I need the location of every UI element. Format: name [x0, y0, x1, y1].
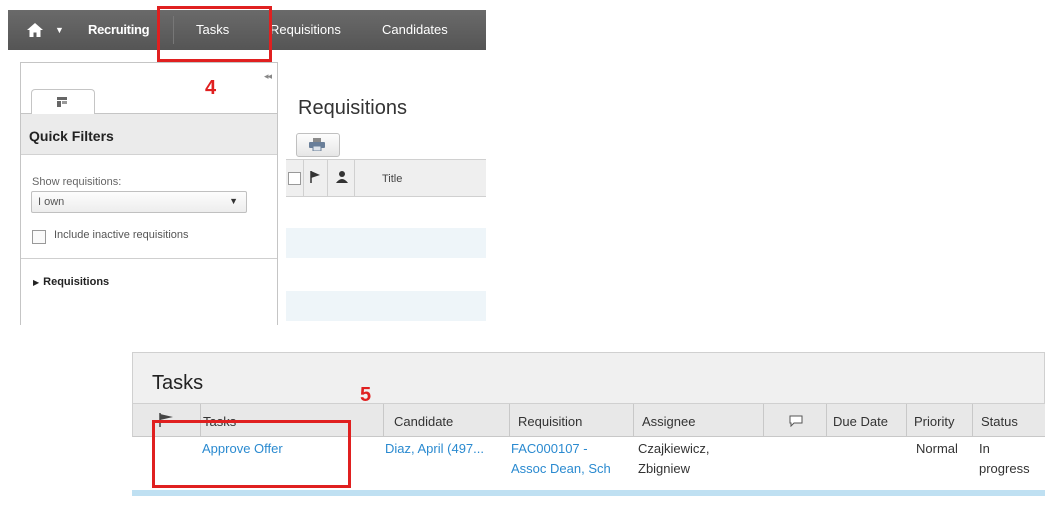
row-selection-bar: [132, 490, 1045, 496]
flag-icon[interactable]: [309, 170, 321, 184]
panel-divider: [21, 258, 277, 259]
column-separator: [354, 160, 355, 196]
callout-box-tasks: [157, 6, 272, 62]
priority-cell: Normal: [916, 441, 958, 456]
column-separator: [906, 404, 907, 437]
quick-filters-header: Quick Filters: [21, 114, 277, 155]
column-header-requisition[interactable]: Requisition: [518, 414, 582, 429]
column-header-candidate[interactable]: Candidate: [394, 414, 453, 429]
requisition-line-1: FAC000107 -: [511, 441, 588, 456]
requisitions-tree-item[interactable]: ▶ Requisitions: [33, 276, 109, 288]
show-requisitions-label: Show requisitions:: [32, 176, 122, 188]
status-cell: In progress: [979, 439, 1030, 479]
expand-arrow-icon: ▶: [33, 278, 40, 287]
include-inactive-label: Include inactive requisitions: [54, 229, 189, 241]
column-separator: [633, 404, 634, 437]
nav-recruiting[interactable]: Recruiting: [88, 10, 150, 50]
column-separator: [972, 404, 973, 437]
column-separator: [763, 404, 764, 437]
assignee-line-1: Czajkiewicz,: [638, 441, 710, 456]
requisitions-tree-label: Requisitions: [43, 276, 110, 288]
requisitions-grid-header: Title: [286, 159, 486, 197]
column-header-status[interactable]: Status: [981, 414, 1018, 429]
comment-icon[interactable]: [789, 415, 803, 427]
filter-tab[interactable]: [31, 89, 95, 114]
column-header-assignee[interactable]: Assignee: [642, 414, 695, 429]
page-title: Requisitions: [298, 97, 407, 119]
callout-box-approve-offer: [152, 420, 351, 488]
status-line-1: In: [979, 441, 990, 456]
show-requisitions-select[interactable]: I own ▼: [31, 191, 247, 213]
requisition-link[interactable]: FAC000107 - Assoc Dean, Sch: [511, 439, 611, 479]
column-header-due-date[interactable]: Due Date: [833, 414, 888, 429]
status-line-2: progress: [979, 461, 1030, 476]
show-requisitions-value: I own: [38, 196, 65, 208]
tasks-title: Tasks: [152, 372, 204, 394]
column-separator: [509, 404, 510, 437]
callout-number-4: 4: [205, 77, 217, 99]
select-all-checkbox[interactable]: [288, 172, 301, 185]
include-inactive-checkbox[interactable]: [32, 230, 46, 244]
quick-filters-panel: ◂◂ Quick Filters Show requisitions: I ow…: [20, 62, 278, 325]
requisition-line-2: Assoc Dean, Sch: [511, 461, 611, 476]
column-separator: [383, 404, 384, 437]
chevron-down-icon: ▼: [229, 196, 238, 206]
column-header-priority[interactable]: Priority: [914, 414, 954, 429]
candidate-link[interactable]: Diaz, April (497...: [385, 439, 484, 459]
print-icon: [309, 138, 325, 151]
column-header-title[interactable]: Title: [382, 173, 402, 185]
assignee-line-2: Zbigniew: [638, 461, 691, 476]
print-button[interactable]: [296, 133, 340, 157]
home-icon[interactable]: [26, 10, 48, 50]
quick-filters-title: Quick Filters: [29, 128, 114, 144]
collapse-panel-icon[interactable]: ◂◂: [264, 71, 272, 82]
filter-tab-icon: [57, 97, 67, 107]
table-row: [286, 228, 486, 258]
column-separator: [303, 160, 304, 196]
nav-candidates[interactable]: Candidates: [382, 10, 448, 50]
tasks-header: Tasks: [132, 352, 1045, 404]
callout-number-5: 5: [360, 384, 372, 406]
table-row: [286, 291, 486, 321]
column-separator: [327, 160, 328, 196]
home-menu-caret-icon[interactable]: ▼: [55, 10, 64, 50]
column-separator: [826, 404, 827, 437]
assignee-cell: Czajkiewicz, Zbigniew: [638, 439, 710, 479]
person-icon[interactable]: [336, 170, 348, 184]
nav-requisitions[interactable]: Requisitions: [270, 10, 341, 50]
